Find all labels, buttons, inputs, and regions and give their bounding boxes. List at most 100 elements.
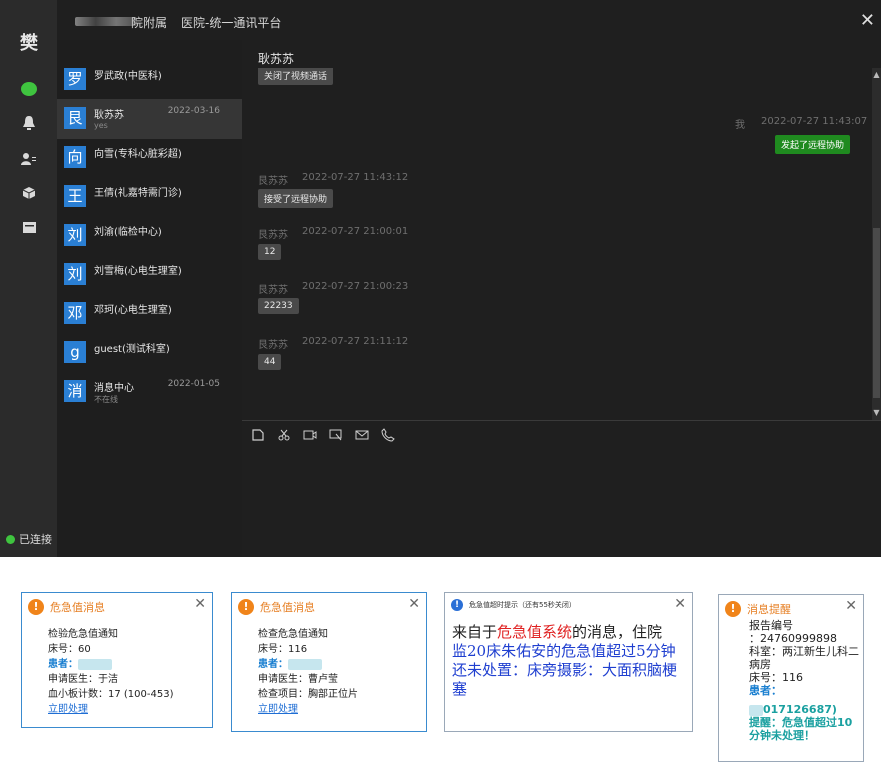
patient-label: 患者： [258, 659, 288, 670]
mail-icon[interactable] [354, 427, 370, 443]
popup-heading: 检验危急值通知 [48, 629, 118, 640]
popup-title: 危急值消息 [50, 601, 105, 614]
message-bubble: 22233 [258, 298, 299, 314]
scroll-up-icon[interactable]: ▲ [872, 70, 881, 80]
patient-label: 患者： [48, 659, 78, 670]
report-number: ：24760999898 [749, 632, 837, 645]
masked-patient-name [78, 658, 112, 670]
warning-icon: ! [725, 601, 741, 617]
message-time: 2022-07-27 21:00:23 [302, 281, 409, 292]
message-bubble: 发起了远程协助 [775, 135, 851, 154]
contact-avatar: g [64, 341, 86, 363]
message-sender: 我 [735, 120, 745, 131]
handle-now-link[interactable]: 立即处理 [258, 704, 298, 715]
popup-close-button[interactable]: ✕ [194, 596, 206, 612]
contact-avatar: 向 [64, 146, 86, 168]
contact-name: 王倩(礼嘉特需门诊) [94, 188, 182, 199]
test-item: 血小板计数：17 (100-453) [48, 689, 174, 700]
critical-value-popup-exam: ! 危急值消息 ✕ 检查危急值通知 床号：116 患者： 申请医生：曹卢莹 检查… [231, 592, 427, 732]
warning-icon: ! [238, 599, 254, 615]
message-list: 关闭了视频通话 我 2022-07-27 11:43:07 发起了远程协助 艮苏… [242, 68, 872, 420]
phone-icon[interactable] [380, 427, 396, 443]
file-icon[interactable] [250, 427, 266, 443]
video-icon[interactable] [302, 427, 318, 443]
title-bar: 院附属 医院-统一通讯平台 ✕ [57, 0, 881, 40]
contact-list: 罗罗武政(中医科) 艮耿苏苏 yes 2022-03-16 向向雪(专科心脏彩超) 王王倩… [57, 40, 242, 557]
reminder-text: 提醒：危急值超过10分钟未处理！ [749, 716, 853, 742]
contact-name: 刘雪梅(心电生理室) [94, 266, 182, 277]
left-nav-bar: 樊 已连接 [0, 0, 57, 557]
message-bubble: 44 [258, 354, 282, 370]
masked-patient-name [749, 704, 763, 716]
scrollbar-thumb[interactable] [873, 228, 880, 398]
popup-title: 危急值超时提示（还有55秒关闭） [469, 601, 576, 609]
contact-avatar: 邓 [64, 302, 86, 324]
message-time: 2022-07-27 21:00:01 [302, 226, 409, 237]
critical-value-popup-lab: ! 危急值消息 ✕ 检验危急值通知 床号：60 患者： 申请医生：于洁 血小板计… [21, 592, 213, 728]
scroll-down-icon[interactable]: ▼ [872, 408, 881, 418]
contact-name: 罗武政(中医科) [94, 71, 162, 82]
message-sender: 艮苏苏 [258, 230, 288, 241]
contact-item[interactable]: 邓邓珂(心电生理室) [57, 294, 242, 334]
contact-avatar: 刘 [64, 224, 86, 246]
contacts-icon[interactable] [18, 148, 40, 170]
composer-divider [242, 420, 881, 421]
contact-item[interactable]: 向向雪(专科心脏彩超) [57, 138, 242, 178]
popup-header: ! 危急值消息 [28, 599, 105, 615]
contact-name: 刘渝(临检中心) [94, 227, 162, 238]
contact-item[interactable]: 消消息中心 不在线 2022-01-05 [57, 372, 242, 412]
handle-now-link[interactable]: 立即处理 [48, 704, 88, 715]
popup-header: ! 危急值超时提示（还有55秒关闭） [451, 599, 576, 611]
message-bubble: 接受了远程协助 [258, 189, 334, 208]
close-window-button[interactable]: ✕ [860, 12, 875, 30]
requesting-doctor: 申请医生：曹卢莹 [258, 674, 338, 685]
patient-id-text: 017126687) [763, 703, 837, 716]
patient-label: 患者： [749, 684, 782, 697]
contact-name: 消息中心 [94, 383, 134, 394]
message-scrollbar[interactable]: ▲ ▼ [872, 68, 881, 420]
contact-avatar: 王 [64, 185, 86, 207]
message-time: 2022-07-27 11:43:07 [761, 116, 868, 127]
composer-toolbar [250, 426, 396, 444]
bell-icon[interactable] [18, 112, 40, 134]
cube-icon[interactable] [18, 182, 40, 204]
popup-close-button[interactable]: ✕ [674, 596, 686, 612]
system-name-highlight: 危急值系统 [497, 623, 573, 641]
popup-body: 报告编号 ：24760999898 科室：两江新生儿科二病房 床号：116 患者… [749, 619, 861, 742]
screen-share-icon[interactable] [328, 427, 344, 443]
contact-item[interactable]: 王王倩(礼嘉特需门诊) [57, 177, 242, 217]
patient-row: 患者： [48, 657, 174, 672]
contact-item[interactable]: 刘刘雪梅(心电生理室) [57, 255, 242, 295]
chat-bubble-icon[interactable] [18, 78, 40, 100]
popup-close-button[interactable]: ✕ [845, 598, 857, 614]
contact-item[interactable]: 艮耿苏苏 yes 2022-03-16 [57, 99, 242, 139]
report-number-label: 报告编号 [749, 619, 793, 632]
contact-item[interactable]: 罗罗武政(中医科) [57, 60, 242, 100]
popup-close-button[interactable]: ✕ [408, 596, 420, 612]
folder-icon[interactable] [18, 216, 40, 238]
contact-item[interactable]: g guest(测试科室) [57, 333, 242, 373]
warning-icon: ! [28, 599, 44, 615]
popup-message: 来自于危急值系统的消息，住院 监20床朱佑安的危急值超过5分钟还未处置：床旁摄影… [452, 623, 682, 699]
popup-header: ! 消息提醒 [725, 601, 791, 617]
connection-status: 已连接 [6, 531, 52, 547]
contact-name: 邓珂(心电生理室) [94, 305, 172, 316]
contact-avatar: 刘 [64, 263, 86, 285]
message-time: 2022-07-27 11:43:12 [302, 172, 409, 183]
contact-status: 不在线 [94, 395, 118, 404]
message-sender: 艮苏苏 [258, 340, 288, 351]
popup-header: ! 危急值消息 [238, 599, 315, 615]
title-text: 医院-统一通讯平台 [181, 16, 282, 30]
user-avatar[interactable]: 樊 [12, 30, 46, 58]
popup-heading: 检查危急值通知 [258, 629, 328, 640]
contact-item[interactable]: 刘刘渝(临检中心) [57, 216, 242, 256]
contact-avatar: 艮 [64, 107, 86, 129]
connection-status-label: 已连接 [19, 533, 52, 546]
message-part: 的消息，住院 [572, 623, 663, 641]
exam-item: 检查项目：胸部正位片 [258, 689, 358, 700]
scissors-icon[interactable] [276, 427, 292, 443]
timeout-detail: 监20床朱佑安的危急值超过5分钟还未处置：床旁摄影：大面积脑梗塞 [452, 642, 678, 698]
chat-peer-name: 耿苏苏 [258, 52, 295, 66]
message-bubble: 关闭了视频通话 [258, 68, 334, 85]
bed-number: 床号：116 [749, 671, 803, 684]
